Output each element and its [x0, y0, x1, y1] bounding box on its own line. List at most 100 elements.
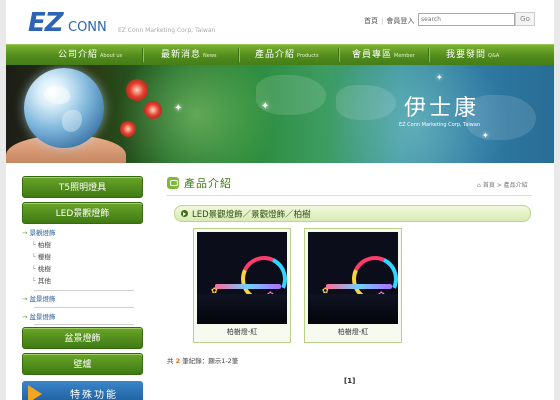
- header: EZ CONN EZ Conn Marketing Corp, Taiwan 首…: [6, 0, 554, 44]
- sub-label: 盆景燈飾: [29, 313, 56, 321]
- sidebar-item-led[interactable]: LED景觀燈飾: [22, 202, 143, 224]
- logo-ez: EZ: [28, 8, 64, 38]
- home-icon: ⌂: [477, 182, 481, 189]
- nav-qa[interactable]: 我要發問 Q&A: [446, 45, 499, 65]
- nav-label-en: News: [203, 53, 217, 59]
- globe-land: [62, 110, 82, 132]
- product-image[interactable]: ✿ ✿: [308, 232, 398, 324]
- sparkle-icon: ✦: [261, 101, 270, 112]
- sidebar-sub-landscape[interactable]: → 景觀燈飾: [22, 227, 143, 239]
- chat-icon: [167, 177, 179, 189]
- record-count: 共 2 筆紀錄：顯示1-2筆: [167, 355, 238, 365]
- arrow-right-icon: →: [22, 295, 28, 303]
- count-number: 2: [175, 357, 181, 365]
- count-prefix: 共: [167, 357, 174, 365]
- nav-label: 公司介紹: [58, 50, 99, 60]
- nav-label: 我要發問: [446, 50, 487, 60]
- breadcrumb: ⌂ 首頁 > 產品介紹: [477, 182, 528, 189]
- sidebar-sub-bonsai[interactable]: → 盆景燈飾: [22, 293, 143, 305]
- breadcrumb-current: 產品介紹: [503, 182, 528, 189]
- map-continent: [336, 85, 396, 120]
- neon-sign: [326, 284, 392, 289]
- promo-banner[interactable]: 特殊功能: [22, 381, 143, 400]
- sub-label: 桃樹: [37, 265, 51, 273]
- flower: [120, 121, 136, 137]
- buildings: [197, 294, 287, 324]
- globe-land: [44, 86, 70, 104]
- member-login-link[interactable]: 會員登入: [386, 17, 414, 25]
- sidebar-item-fireplace[interactable]: 壁爐: [22, 353, 143, 375]
- count-suffix: 筆紀錄：顯示1-2筆: [182, 357, 239, 365]
- tree-branch-icon: └: [32, 265, 36, 273]
- flower: [144, 101, 162, 119]
- sidebar-sub-cherry[interactable]: └ 櫻樹: [22, 251, 143, 263]
- nav-about[interactable]: 公司介紹 About us: [58, 45, 122, 65]
- search-input[interactable]: [418, 13, 515, 26]
- flower: [126, 79, 148, 101]
- banner: ✦ ✦ ✦ ✦ 伊士康 EZ Conn Marketing Corp, Taiw…: [6, 65, 554, 163]
- pagination-page-1[interactable]: [1]: [344, 377, 355, 385]
- buildings: [308, 294, 398, 324]
- category-bar: LED景觀燈飾／景觀燈飾／柏樹: [174, 205, 531, 222]
- arrow-icon: [28, 385, 42, 400]
- banner-subtitle: EZ Conn Marketing Corp, Taiwan: [399, 122, 481, 128]
- nav-label-en: Q&A: [488, 53, 500, 59]
- breadcrumb-home[interactable]: 首頁: [483, 182, 495, 189]
- product-card[interactable]: ✿ ✿ 柏樹燈-紅: [304, 228, 402, 343]
- play-icon: [181, 210, 188, 217]
- divider: [34, 324, 134, 325]
- sub-label: 櫻樹: [37, 253, 51, 261]
- nav-label: 會員專區: [352, 50, 393, 60]
- sub-label: 盆景燈飾: [29, 295, 56, 303]
- logo[interactable]: EZ CONN: [28, 8, 128, 38]
- banner-title: 伊士康: [404, 96, 480, 121]
- home-link[interactable]: 首頁: [364, 17, 378, 25]
- promo-text: 特殊功能: [70, 390, 118, 400]
- category-path: LED景觀燈飾／景觀燈飾／柏樹: [192, 210, 311, 220]
- go-button[interactable]: Go: [515, 12, 535, 26]
- nav-products[interactable]: 產品介紹 Products: [255, 45, 319, 65]
- nav-divider: [428, 48, 429, 62]
- main-nav: 公司介紹 About us 最新消息 News 產品介紹 Products 會員專區 M…: [6, 44, 554, 65]
- arrow-right-icon: →: [22, 313, 28, 321]
- divider: [34, 290, 134, 291]
- nav-label: 最新消息: [161, 50, 202, 60]
- tagline: EZ Conn Marketing Corp, Taiwan: [118, 27, 216, 34]
- product-image[interactable]: ✿ ✿: [197, 232, 287, 324]
- page-title: 產品介紹: [184, 177, 232, 190]
- nav-divider: [238, 48, 239, 62]
- logo-conn: CONN: [68, 20, 107, 35]
- sub-label: 柏樹: [37, 241, 51, 249]
- sidebar-item-bonsai[interactable]: 盆景燈飾: [22, 327, 143, 349]
- sparkle-icon: ✦: [436, 73, 443, 82]
- sparkle-icon: ✦: [174, 103, 183, 114]
- tree-branch-icon: └: [32, 253, 36, 261]
- product-caption[interactable]: 柏樹燈-紅: [194, 327, 290, 337]
- neon-sign: [215, 284, 281, 289]
- nav-divider: [142, 48, 143, 62]
- nav-news[interactable]: 最新消息 News: [161, 45, 217, 65]
- separator: |: [381, 17, 384, 25]
- nav-label-en: Member: [394, 53, 415, 59]
- sidebar-sub-other[interactable]: └ 其他: [22, 275, 143, 287]
- divider: [166, 195, 532, 196]
- product-card[interactable]: ✿ ✿ 柏樹燈-紅: [193, 228, 291, 343]
- divider: [34, 307, 134, 308]
- sidebar-item-t5[interactable]: T5照明燈具: [22, 176, 143, 198]
- tree-branch-icon: └: [32, 277, 36, 285]
- nav-divider: [338, 48, 339, 62]
- sidebar-sub-bonsai-2[interactable]: → 盆景燈飾: [22, 311, 143, 323]
- nav-label-en: Products: [297, 53, 319, 59]
- globe-icon: [24, 68, 104, 148]
- nav-label: 產品介紹: [255, 50, 296, 60]
- top-links: 首頁 | 會員登入: [364, 16, 414, 26]
- sub-label: 景觀燈飾: [29, 229, 56, 237]
- product-caption[interactable]: 柏樹燈-紅: [305, 327, 401, 337]
- nav-member[interactable]: 會員專區 Member: [352, 45, 415, 65]
- sidebar-sub-peach[interactable]: └ 桃樹: [22, 263, 143, 275]
- nav-label-en: About us: [100, 53, 123, 59]
- sidebar-sub-cypress[interactable]: └ 柏樹: [22, 239, 143, 251]
- sub-label: 其他: [37, 277, 51, 285]
- arrow-right-icon: →: [22, 229, 28, 237]
- page: EZ CONN EZ Conn Marketing Corp, Taiwan 首…: [6, 0, 554, 400]
